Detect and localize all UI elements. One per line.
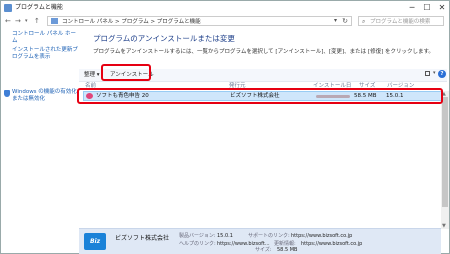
support-link[interactable]: https://www.bizsoft.co.jp bbox=[291, 233, 352, 240]
scroll-down-icon[interactable]: ▼ bbox=[442, 223, 446, 229]
support-link-label: サポートのリンク: bbox=[248, 233, 290, 239]
page-title: プログラムのアンインストールまたは変更 bbox=[93, 34, 235, 43]
version-value: 15.0.1 bbox=[217, 233, 233, 239]
page-description: プログラムをアンインストールするには、一覧からプログラムを選択して [アンインス… bbox=[93, 49, 434, 55]
control-panel-icon bbox=[4, 4, 12, 12]
uninstall-highlight-box bbox=[101, 64, 151, 81]
view-dropdown-icon[interactable]: ▾ bbox=[433, 70, 436, 76]
search-placeholder: プログラムと機能の検索 bbox=[370, 19, 431, 25]
address-bar-row: ← → ▾ ↑ コントロール パネル > プログラム > プログラムと機能 ▾ … bbox=[1, 15, 449, 28]
bizsoft-logo: Biz bbox=[84, 233, 106, 250]
update-info-link[interactable]: https://www.bizsoft.co.jp bbox=[301, 241, 362, 248]
recent-dropdown-icon[interactable]: ▾ bbox=[25, 17, 28, 26]
size-value: 58.5 MB bbox=[277, 247, 298, 253]
back-arrow-icon[interactable]: ← bbox=[5, 17, 11, 26]
refresh-icon[interactable]: ↻ bbox=[342, 17, 348, 25]
sidebar-item-windows-features[interactable]: Windows の機能の有効化または無効化 bbox=[12, 89, 78, 103]
breadcrumb[interactable]: コントロール パネル > プログラム > プログラムと機能 bbox=[62, 18, 201, 26]
selected-row-highlight-box bbox=[77, 88, 443, 104]
size-label: サイズ: bbox=[255, 247, 272, 253]
maximize-button[interactable]: ☐ bbox=[420, 1, 434, 15]
programs-and-features-window: プログラムと機能 ─ ☐ ✕ ← → ▾ ↑ コントロール パネル > プログラ… bbox=[0, 0, 450, 254]
shield-icon bbox=[4, 90, 10, 97]
details-publisher: ビズソフト株式会社 bbox=[115, 235, 170, 242]
up-arrow-icon[interactable]: ↑ bbox=[34, 17, 40, 26]
close-button[interactable]: ✕ bbox=[435, 1, 449, 15]
minimize-button[interactable]: ─ bbox=[405, 1, 419, 15]
help-icon[interactable]: ? bbox=[438, 70, 446, 78]
sidebar-item-installed-updates[interactable]: インストールされた更新プログラムを表示 bbox=[12, 47, 78, 61]
view-options-icon[interactable] bbox=[425, 71, 430, 76]
search-input[interactable]: ⌕ プログラムと機能の検索 bbox=[358, 16, 444, 26]
forward-arrow-icon[interactable]: → bbox=[15, 17, 21, 26]
version-label: 製品バージョン: bbox=[179, 233, 216, 239]
details-pane: Biz ビズソフト株式会社 製品バージョン: 15.0.1 サポートのリンク: … bbox=[79, 228, 441, 254]
window-title: プログラムと機能 bbox=[15, 4, 63, 11]
address-dropdown-icon[interactable]: ▾ bbox=[334, 17, 337, 25]
organize-button[interactable]: 整理 ▾ bbox=[84, 71, 100, 79]
sidebar: コントロール パネル ホーム インストールされた更新プログラムを表示 Windo… bbox=[1, 29, 79, 229]
title-bar: プログラムと機能 ─ ☐ ✕ bbox=[1, 1, 449, 15]
sidebar-item-control-panel-home[interactable]: コントロール パネル ホーム bbox=[12, 31, 78, 45]
folder-icon bbox=[51, 18, 58, 24]
address-box[interactable]: コントロール パネル > プログラム > プログラムと機能 ▾ ↻ bbox=[47, 16, 352, 26]
help-link-label: ヘルプのリンク: bbox=[179, 241, 216, 247]
scrollbar-thumb[interactable] bbox=[442, 97, 448, 207]
search-icon: ⌕ bbox=[362, 18, 366, 25]
main-pane: プログラムのアンインストールまたは変更 プログラムをアンインストールするには、一… bbox=[79, 29, 449, 229]
